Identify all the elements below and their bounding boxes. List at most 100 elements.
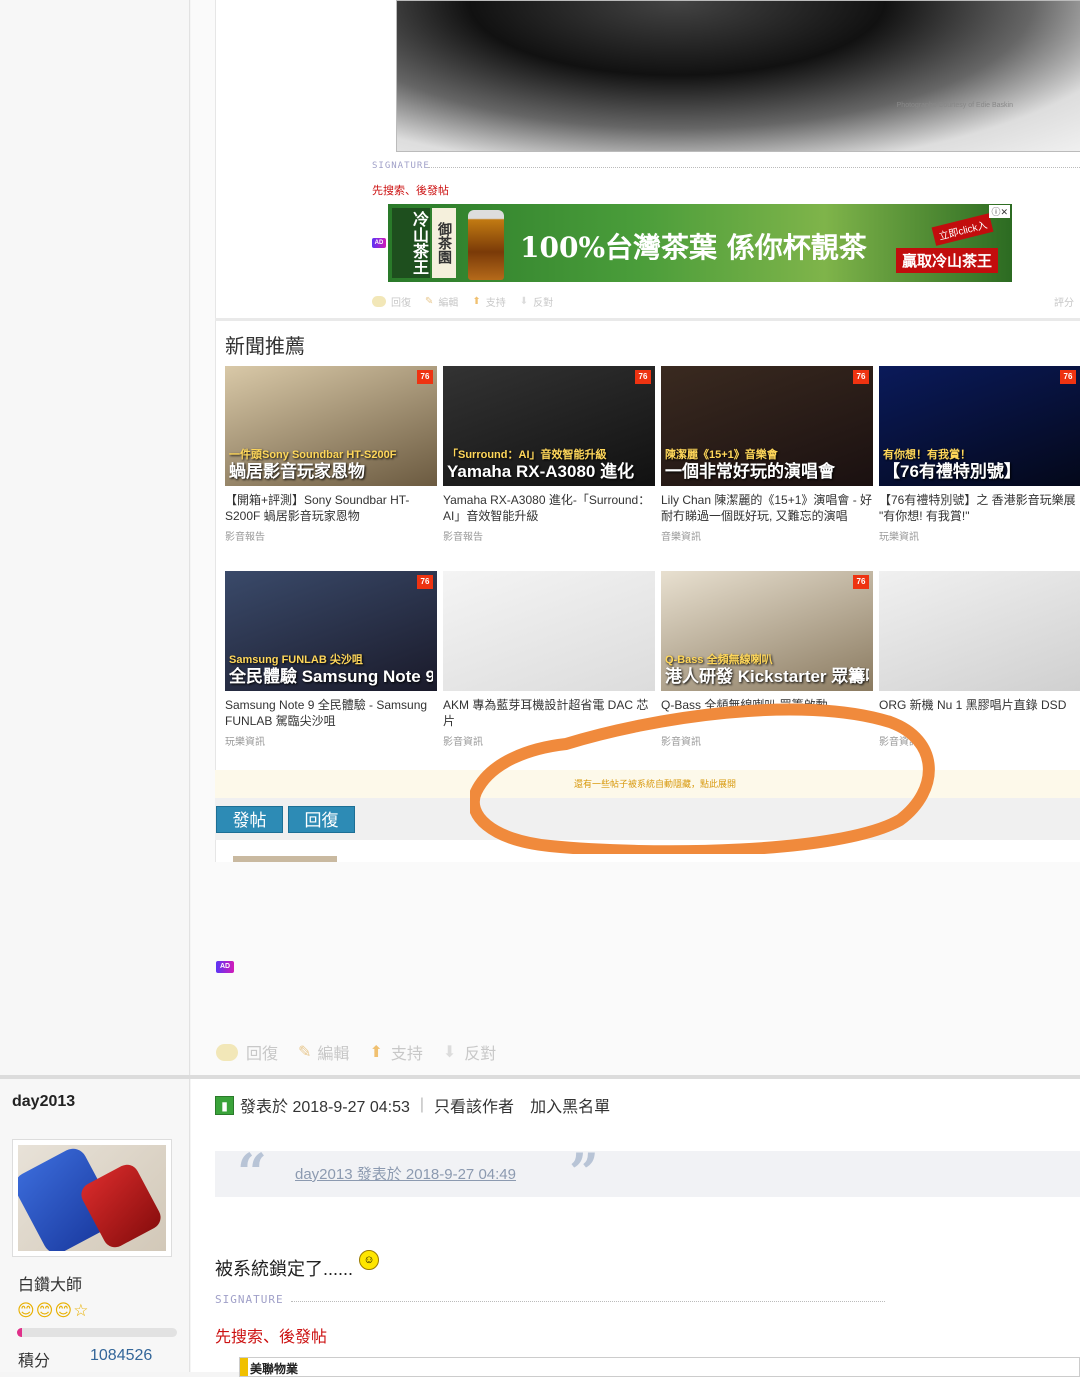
ad-badge-2: AD: [216, 961, 234, 973]
news-thumbnail-caption: 一個非常好玩的演唱會: [665, 462, 835, 481]
property-ad-banner[interactable]: 美聯物業: [239, 1357, 1080, 1377]
ad-slogan: 100%台灣茶葉 係你杯靚茶: [520, 231, 867, 264]
news-headline[interactable]: Samsung Note 9 全民體驗 - Samsung FUNLAB 駕臨尖…: [225, 697, 437, 729]
news-thumbnail-subcaption: 陳潔麗《15+1》音樂會: [665, 449, 778, 461]
image-credit: Photographs Courtesy of Edie Baskin: [896, 102, 1013, 109]
news-item[interactable]: 76 全民體驗 Samsung Note 9 Samsung FUNLAB 尖沙咀 S…: [225, 571, 437, 748]
arrow-up-icon: ⬆: [369, 1044, 383, 1061]
header-divider: |: [419, 1096, 425, 1113]
quote-block: “ day2013 發表於 2018-9-27 04:49 ”: [215, 1143, 1080, 1204]
signature-label-2: SIGNATURE: [215, 1293, 284, 1306]
site-logo-icon: 76: [635, 370, 651, 384]
news-headline[interactable]: 【開箱+評測】Sony Soundbar HT-S200F 蝸居影音玩家恩物: [225, 492, 437, 524]
rank-progress-bar: [17, 1328, 177, 1337]
post-message: 被系統鎖定了......: [215, 1259, 354, 1279]
news-thumbnail-subcaption: 一件頭Sony Soundbar HT-S200F: [229, 449, 397, 461]
news-thumbnail-subcaption: Q-Bass 全頻無線喇叭: [665, 654, 773, 666]
avatar-photo: [18, 1145, 166, 1251]
news-headline[interactable]: 【76有禮特別號】之 香港影音玩樂展 "有你想! 有我賞!": [879, 492, 1080, 524]
ad-cta-bottom: 贏取冷山茶王: [895, 248, 998, 273]
arrow-up-icon: ⬆: [472, 296, 481, 307]
news-thumbnail[interactable]: 76 【76有禮特別號】 有你想！有我賞！: [879, 366, 1080, 486]
news-thumbnail-caption: 港人研發 Kickstarter 眾籌喇叭: [665, 667, 869, 686]
oppose-action[interactable]: ⬇ 反對: [520, 294, 553, 309]
site-logo-icon: 76: [853, 370, 869, 384]
online-status-icon: ▮: [215, 1095, 234, 1115]
post-area: Photographs Courtesy of Edie Baskin SIGN…: [191, 0, 1080, 1075]
news-thumbnail[interactable]: 76 Yamaha RX-A3080 進化 「Surround：AI」音效智能升級: [443, 366, 655, 486]
post-date: 發表於 2018-9-27 04:53: [240, 1099, 410, 1116]
news-thumbnail-subcaption: 有你想！有我賞！: [883, 449, 971, 461]
post-actions-large: 回復 ✎ 編輯 ⬆ 支持 ⬇ 反對: [216, 1040, 510, 1064]
support-action-large[interactable]: ⬆ 支持: [369, 1040, 422, 1064]
news-headline[interactable]: Lily Chan 陳潔麗的《15+1》演唱會 - 好耐冇睇過一個既好玩, 又難…: [661, 492, 873, 524]
news-category: 影音報告: [443, 532, 483, 543]
ad-close-icon[interactable]: ⓘ✕: [989, 205, 1010, 218]
avatar[interactable]: [12, 1139, 172, 1257]
post-body: 被系統鎖定了...... ☺: [215, 1250, 380, 1281]
reply-action-large[interactable]: 回復: [216, 1040, 278, 1064]
news-thumbnail[interactable]: 76 全民體驗 Samsung Note 9 Samsung FUNLAB 尖沙咀: [225, 571, 437, 691]
news-category: 音樂資訊: [661, 532, 701, 543]
news-item[interactable]: 76 【76有禮特別號】 有你想！有我賞！ 【76有禮特別號】之 香港影音玩樂展 "有…: [879, 366, 1080, 543]
ad-badge: AD: [372, 238, 386, 248]
speech-bubble-icon: [372, 296, 386, 307]
news-item[interactable]: 76 Yamaha RX-A3080 進化 「Surround：AI」音效智能升級 Y…: [443, 366, 655, 543]
ad-cta-top: 立即click入: [931, 213, 994, 246]
signature-text-2: 先搜索、後發帖: [215, 1329, 328, 1346]
post-actions-small: 回復 ✎ 編輯 ⬆ 支持 ⬇ 反對: [372, 294, 567, 309]
news-item[interactable]: 76 一個非常好玩的演唱會 陳潔麗《15+1》音樂會 Lily Chan 陳潔麗的《1…: [661, 366, 873, 543]
news-thumbnail[interactable]: 76 一個非常好玩的演唱會 陳潔麗《15+1》音樂會: [661, 366, 873, 486]
site-logo-icon: 76: [853, 575, 869, 589]
reply-button[interactable]: 回復: [288, 806, 355, 833]
news-thumbnail-subcaption: 「Surround：AI」音效智能升級: [447, 449, 607, 461]
tea-ad-banner[interactable]: 冷山茶王 御茶園 100%台灣茶葉 係你杯靚茶 立即click入 贏取冷山茶王 …: [388, 204, 1012, 282]
open-quote-icon: “: [237, 1143, 267, 1204]
rate-link[interactable]: 評分: [1054, 294, 1074, 309]
orange-circle-annotation: [470, 703, 935, 854]
arrow-down-icon: ⬇: [519, 296, 529, 307]
arrow-down-icon: ⬇: [442, 1044, 457, 1061]
rank-stars: 😊 😊 😊 ☆: [17, 1301, 89, 1321]
post-header: ▮ 發表於 2018-9-27 04:53 | 只看該作者 加入黑名單: [215, 1093, 610, 1117]
score-value[interactable]: 1084526: [90, 1347, 152, 1365]
author-rank: 白鑽大師: [18, 1277, 83, 1294]
news-thumbnail-caption: Yamaha RX-A3080 進化: [447, 462, 635, 481]
news-item[interactable]: 76 蝸居影音玩家恩物 一件頭Sony Soundbar HT-S200F 【開箱+評…: [225, 366, 437, 543]
edit-action[interactable]: ✎ 編輯: [425, 294, 458, 309]
site-logo-icon: 76: [417, 370, 433, 384]
author-column: [0, 0, 190, 1075]
oppose-action-large[interactable]: ⬇ 反對: [443, 1040, 496, 1064]
new-post-button[interactable]: 發帖: [216, 806, 283, 833]
reply-action[interactable]: 回復: [372, 294, 411, 309]
signature-divider-2: [291, 1301, 885, 1302]
blacklist-link[interactable]: 加入黑名單: [530, 1093, 610, 1117]
property-ad-text: 美聯物業: [250, 1362, 299, 1376]
brand-small: 御茶園: [432, 208, 456, 278]
section-divider: [215, 318, 1080, 321]
news-headline[interactable]: Yamaha RX-A3080 進化-「Surround：AI」音效智能升級: [443, 492, 655, 524]
pencil-icon: ✎: [298, 1044, 312, 1061]
author-username[interactable]: day2013: [12, 1093, 75, 1111]
news-thumbnail[interactable]: [443, 571, 655, 691]
site-logo-icon: 76: [1060, 370, 1076, 384]
property-logo-icon: [240, 1358, 248, 1376]
site-logo-icon: 76: [417, 575, 433, 589]
news-thumbnail[interactable]: 76 蝸居影音玩家恩物 一件頭Sony Soundbar HT-S200F: [225, 366, 437, 486]
tea-bottle-icon: [468, 210, 504, 280]
quote-source-link[interactable]: day2013 發表於 2018-9-27 04:49: [295, 1163, 516, 1184]
news-thumbnail[interactable]: [879, 571, 1080, 691]
only-author-link[interactable]: 只看該作者: [434, 1093, 514, 1117]
news-thumbnail[interactable]: 76 港人研發 Kickstarter 眾籌喇叭Q-Bass 全頻無線喇叭: [661, 571, 873, 691]
rank-progress-fill: [17, 1328, 22, 1337]
signature-divider: [428, 167, 1080, 168]
news-thumbnail-caption: 蝸居影音玩家恩物: [229, 462, 365, 481]
edit-action-large[interactable]: ✎ 編輯: [298, 1040, 349, 1064]
news-section-title: 新聞推薦: [225, 336, 305, 358]
smiley-emoticon-icon: ☺: [359, 1250, 380, 1270]
star-icon: ☆: [73, 1301, 89, 1320]
post-image[interactable]: Photographs Courtesy of Edie Baskin: [396, 0, 1080, 152]
news-category: 玩樂資訊: [879, 532, 919, 543]
support-action[interactable]: ⬆ 支持: [472, 294, 505, 309]
smiley-icon: 😊: [17, 1301, 35, 1320]
